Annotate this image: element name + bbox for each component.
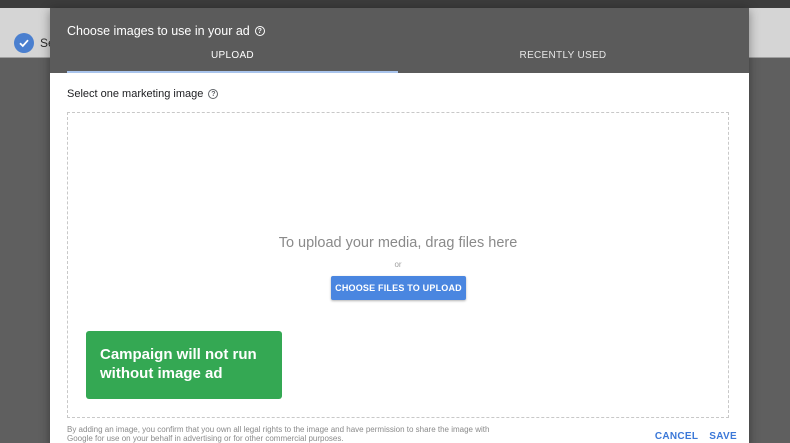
toast-line-2: without image ad <box>100 365 223 382</box>
save-button[interactable]: SAVE <box>709 431 737 442</box>
select-image-label-text: Select one marketing image <box>67 88 204 100</box>
top-bar <box>0 0 790 8</box>
cancel-button[interactable]: CANCEL <box>655 431 698 442</box>
tab-recently-used[interactable]: RECENTLY USED <box>398 50 728 73</box>
legal-notice: By adding an image, you confirm that you… <box>67 425 490 443</box>
tab-upload[interactable]: UPLOAD <box>67 50 398 73</box>
dropzone-title: To upload your media, drag files here <box>278 235 518 251</box>
choose-files-button[interactable]: CHOOSE FILES TO UPLOAD <box>331 276 466 300</box>
dialog-actions: CANCEL SAVE <box>655 431 737 442</box>
select-image-label: Select one marketing image ? <box>67 88 219 100</box>
help-icon[interactable]: ? <box>254 26 265 36</box>
help-icon[interactable]: ? <box>208 89 219 99</box>
campaign-warning-toast: Campaign will not run without image ad <box>86 331 282 399</box>
dialog-header: Choose images to use in your ad ? UPLOAD… <box>50 8 749 73</box>
toast-line-1: Campaign will not run <box>100 346 257 363</box>
dropzone-or: or <box>394 260 402 269</box>
check-circle-icon <box>14 33 34 53</box>
dialog-title: Choose images to use in your ad ? <box>67 24 265 38</box>
dialog-title-text: Choose images to use in your ad <box>67 24 250 38</box>
image-picker-dialog: Choose images to use in your ad ? UPLOAD… <box>50 8 749 443</box>
